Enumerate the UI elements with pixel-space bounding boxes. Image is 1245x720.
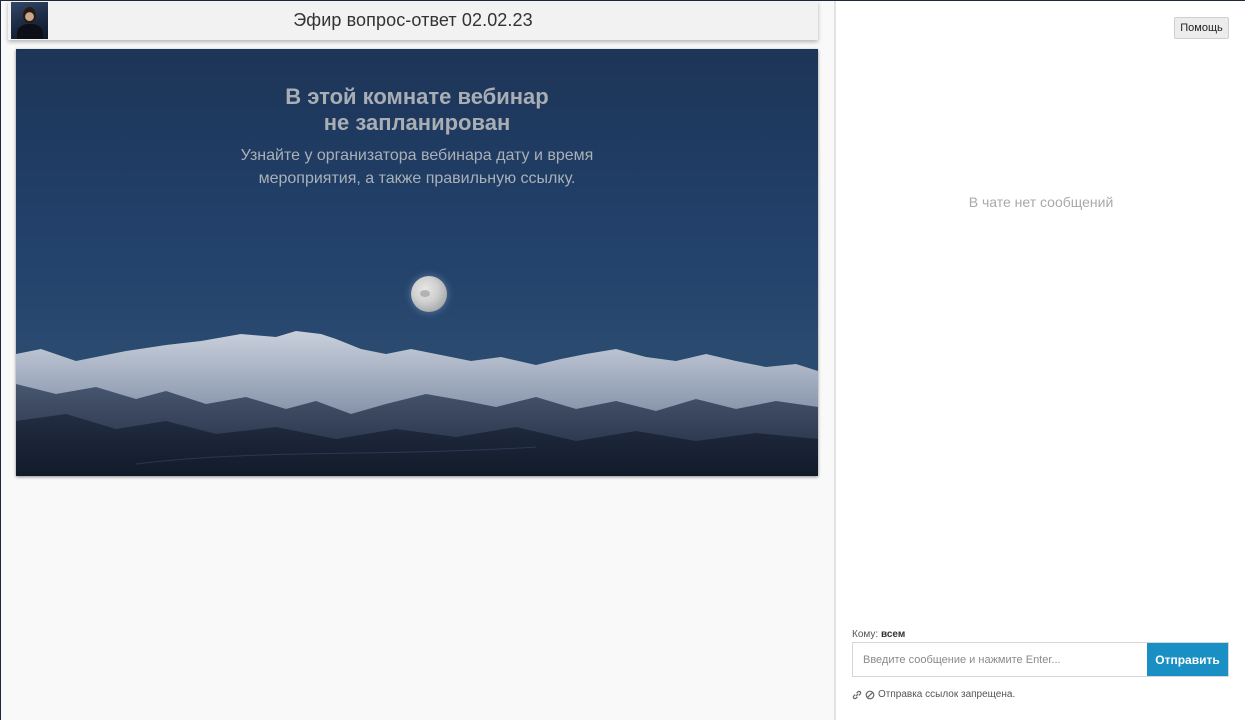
not-scheduled-notice: В этой комнате вебинар не запланирован У… [16,84,818,190]
message-input[interactable] [853,643,1147,676]
room-title: Эфир вопрос-ответ 02.02.23 [293,10,533,30]
no-entry-icon [865,690,875,700]
notice-title: В этой комнате вебинар не запланирован [16,84,818,136]
links-forbidden-note: Отправка ссылок запрещена. [852,689,1015,700]
recipient-selector[interactable]: Кому: всем [852,629,905,640]
chat-panel: Помощь В чате нет сообщений Кому: всем О… [836,1,1245,720]
link-icon [852,690,862,700]
links-note-text: Отправка ссылок запрещена. [878,689,1016,700]
notice-text-line: мероприятия, а также правильную ссылку. [258,170,576,187]
notice-title-line: не запланирован [323,110,511,135]
room-header: Эфир вопрос-ответ 02.02.23 [8,1,818,40]
notice-title-line: В этой комнате вебинар [285,84,549,109]
host-avatar[interactable] [11,2,48,39]
moon-icon [411,276,447,312]
help-button[interactable]: Помощь [1174,17,1229,39]
message-composer: Отправить [852,642,1229,677]
video-placeholder: В этой комнате вебинар не запланирован У… [16,49,818,476]
recipient-label: Кому: [852,629,879,640]
notice-description: Узнайте у организатора вебинара дату и в… [16,144,818,190]
webinar-room: Эфир вопрос-ответ 02.02.23 В этой комнат… [0,0,1245,720]
send-button[interactable]: Отправить [1147,643,1228,676]
empty-chat-message: В чате нет сообщений [968,194,1114,210]
notice-text-line: Узнайте у организатора вебинара дату и в… [240,147,594,164]
recipient-value[interactable]: всем [881,629,905,640]
broadcast-pane: Эфир вопрос-ответ 02.02.23 В этой комнат… [1,1,834,720]
